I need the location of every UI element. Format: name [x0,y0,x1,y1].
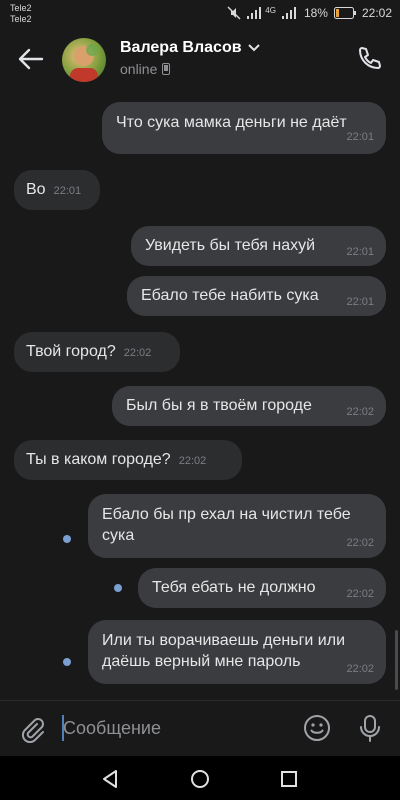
online-status-label: online [120,61,158,77]
nav-home-icon[interactable] [189,768,211,790]
message-time: 22:01 [346,246,374,258]
mute-icon [227,6,241,20]
signal-icon [247,7,262,19]
message-input[interactable]: Сообщение [63,718,161,739]
clock: 22:02 [361,6,392,20]
network-type: 4G [265,5,276,15]
online-status: online [120,61,171,77]
signal-icon-2 [281,7,296,19]
carrier-label-1: Tele2 [10,3,32,13]
status-icons: 4G 18% 22:02 [227,6,392,20]
nav-back-icon[interactable] [99,768,121,790]
message-text: Что сука мамка деньги не даёт [116,114,347,131]
emoji-icon[interactable] [303,714,331,742]
message-text: Во [26,181,46,198]
message-bubble[interactable]: Был бы я в твоём городе 22:02 [112,386,386,426]
message-text: Ебало бы пр ехал на чистил тебе сука [102,506,351,544]
mobile-device-icon [162,63,171,75]
chat-header: Валера Власов online [0,28,400,90]
unread-indicator [114,584,122,592]
battery-icon [333,7,356,19]
message-bubble[interactable]: Во 22:01 [14,170,100,210]
attach-icon[interactable] [18,715,46,743]
avatar[interactable] [62,38,106,82]
scrollbar[interactable] [395,630,398,690]
message-bubble[interactable]: Или ты ворачиваешь деньги или даёшь верн… [88,620,386,684]
message-text: Ты в каком городе? [26,451,171,468]
message-time: 22:02 [178,455,207,467]
message-time: 22:02 [123,347,152,359]
microphone-icon[interactable] [357,714,383,742]
message-bubble[interactable]: Тебя ебать не должно 22:02 [138,568,386,608]
message-time: 22:02 [346,588,374,600]
message-time: 22:01 [346,131,374,143]
message-time: 22:02 [346,406,374,418]
back-arrow-icon[interactable] [18,48,44,70]
message-list[interactable]: Что сука мамка деньги не даёт 22:01 Во 22… [0,90,400,700]
message-text: Твой город? [26,343,116,360]
battery-percent: 18% [303,6,328,20]
message-time: 22:01 [53,185,82,197]
message-bubble[interactable]: Ты в каком городе? 22:02 [14,440,242,480]
message-text: Увидеть бы тебя нахуй [145,237,316,254]
message-bubble[interactable]: Твой город? 22:02 [14,332,180,372]
message-bubble[interactable]: Увидеть бы тебя нахуй 22:01 [131,226,386,266]
message-bubble[interactable]: Ебало бы пр ехал на чистил тебе сука 22:… [88,494,386,558]
system-navigation-bar [0,756,400,800]
message-text: Ебало тебе набить сука [141,287,319,304]
message-text: Тебя ебать не должно [152,579,316,596]
message-composer: Сообщение [0,700,400,757]
message-text: Или ты ворачиваешь деньги или даёшь верн… [102,632,345,670]
nav-recents-icon[interactable] [278,768,300,790]
unread-indicator [63,535,71,543]
message-text: Был бы я в твоём городе [126,397,312,414]
status-bar: Tele2 Tele2 4G 18% 22:02 [0,0,400,28]
avatar-photo [70,44,98,82]
message-time: 22:01 [346,296,374,308]
message-bubble[interactable]: Что сука мамка деньги не даёт 22:01 [102,102,386,154]
message-time: 22:02 [346,537,374,549]
message-bubble[interactable]: Ебало тебе набить сука 22:01 [127,276,386,316]
phone-call-icon[interactable] [356,46,382,72]
message-time: 22:02 [346,663,374,675]
carrier-label-2: Tele2 [10,14,32,24]
chevron-down-icon [247,44,260,52]
unread-indicator [63,658,71,666]
contact-name-label: Валера Власов [120,39,242,56]
contact-name[interactable]: Валера Власов [120,39,260,57]
